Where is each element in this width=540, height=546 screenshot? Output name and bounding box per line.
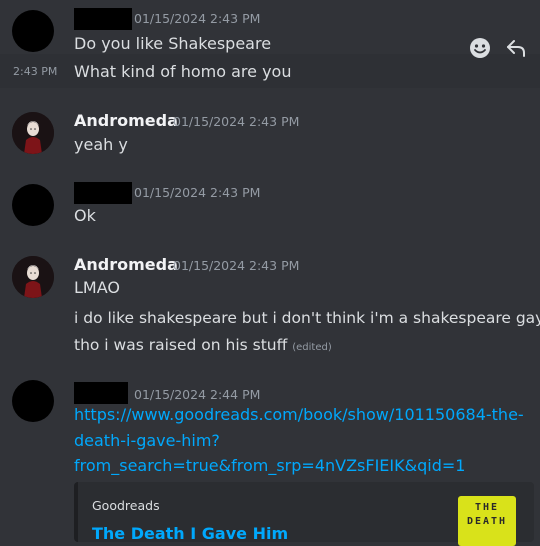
author-name[interactable]: Andromeda	[74, 255, 178, 274]
message-content: tho i was raised on his stuff (edited)	[74, 336, 332, 354]
avatar[interactable]	[12, 112, 54, 154]
link-embed[interactable]: Goodreads The Death I Gave Him THE DEATH	[74, 482, 534, 546]
avatar[interactable]	[12, 256, 54, 298]
thumbnail-text: THE	[474, 502, 500, 513]
avatar[interactable]	[12, 184, 54, 226]
message-timestamp: 01/15/2024 2:43 PM	[134, 11, 261, 26]
redacted-username[interactable]	[74, 182, 132, 204]
message-content: i do like shakespeare but i don't think …	[74, 309, 540, 327]
side-timestamp: 2:43 PM	[13, 65, 58, 78]
message-link[interactable]: from_search=true&from_srp=4nVZsFIEIK&qid…	[74, 456, 465, 475]
embed-thumbnail[interactable]: THE DEATH	[458, 496, 516, 546]
reply-icon[interactable]	[504, 36, 528, 60]
redacted-username[interactable]	[74, 382, 128, 404]
edited-label: (edited)	[292, 342, 332, 353]
message-content: Do you like Shakespeare	[74, 34, 272, 53]
redacted-username[interactable]	[74, 8, 132, 30]
message-content: yeah y	[74, 135, 128, 154]
message-link[interactable]: https://www.goodreads.com/book/show/1011…	[74, 405, 524, 424]
author-name[interactable]: Andromeda	[74, 111, 178, 130]
message-timestamp: 01/15/2024 2:43 PM	[173, 114, 300, 129]
message-text: tho i was raised on his stuff	[74, 336, 288, 354]
message-content: Ok	[74, 206, 96, 225]
avatar[interactable]	[12, 380, 54, 422]
message-content: LMAO	[74, 278, 120, 297]
add-reaction-icon[interactable]	[468, 36, 492, 60]
avatar[interactable]	[12, 10, 54, 52]
message-timestamp: 01/15/2024 2:43 PM	[173, 258, 300, 273]
thumbnail-text: DEATH	[466, 516, 508, 527]
message-content: What kind of homo are you	[74, 62, 292, 81]
message-timestamp: 01/15/2024 2:43 PM	[134, 185, 261, 200]
message-link[interactable]: death-i-gave-him?	[74, 431, 220, 450]
message-timestamp: 01/15/2024 2:44 PM	[134, 387, 261, 402]
embed-provider[interactable]: Goodreads	[92, 498, 160, 513]
